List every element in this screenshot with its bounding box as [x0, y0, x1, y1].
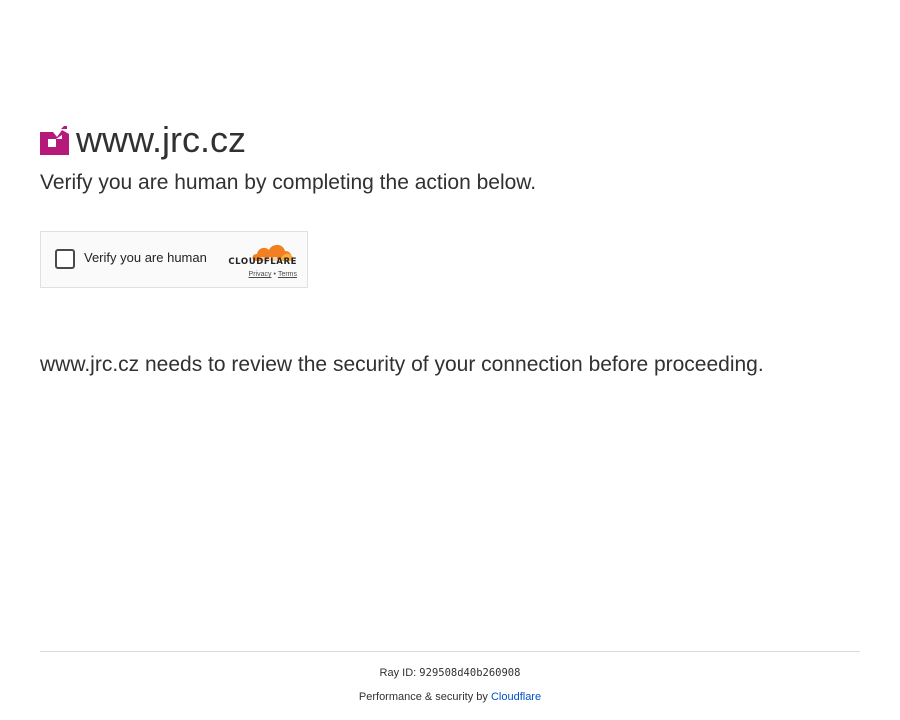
security-message: www.jrc.cz needs to review the security … — [40, 353, 764, 376]
terms-link[interactable]: Terms — [278, 271, 297, 278]
site-logo-icon — [40, 125, 69, 155]
site-title: www.jrc.cz — [76, 119, 246, 160]
verify-checkbox[interactable] — [55, 249, 75, 269]
privacy-link[interactable]: Privacy — [249, 271, 272, 278]
site-header: www.jrc.cz — [40, 118, 246, 162]
cloudflare-wordmark: CLOUDFLARE — [228, 257, 297, 267]
performance-line: Performance & security by Cloudflare — [0, 690, 900, 704]
ray-id-line: Ray ID: 929508d40b260908 — [0, 666, 900, 680]
page-subtitle: Verify you are human by completing the a… — [40, 171, 537, 194]
cloudflare-link[interactable]: Cloudflare — [491, 691, 541, 703]
cloudflare-branding: CLOUDFLARE Privacy • Terms — [227, 240, 297, 282]
footer-divider — [40, 651, 860, 652]
ray-id-label: Ray ID: — [379, 667, 417, 679]
human-verification-widget: Verify you are human CLOUDFLARE Privacy •… — [40, 231, 308, 288]
verify-checkbox-label[interactable]: Verify you are human — [84, 250, 207, 266]
widget-legal-links: Privacy • Terms — [227, 270, 297, 279]
link-separator: • — [273, 271, 276, 278]
ray-id-value: 929508d40b260908 — [419, 667, 521, 679]
performance-text: Performance & security by — [358, 691, 488, 703]
